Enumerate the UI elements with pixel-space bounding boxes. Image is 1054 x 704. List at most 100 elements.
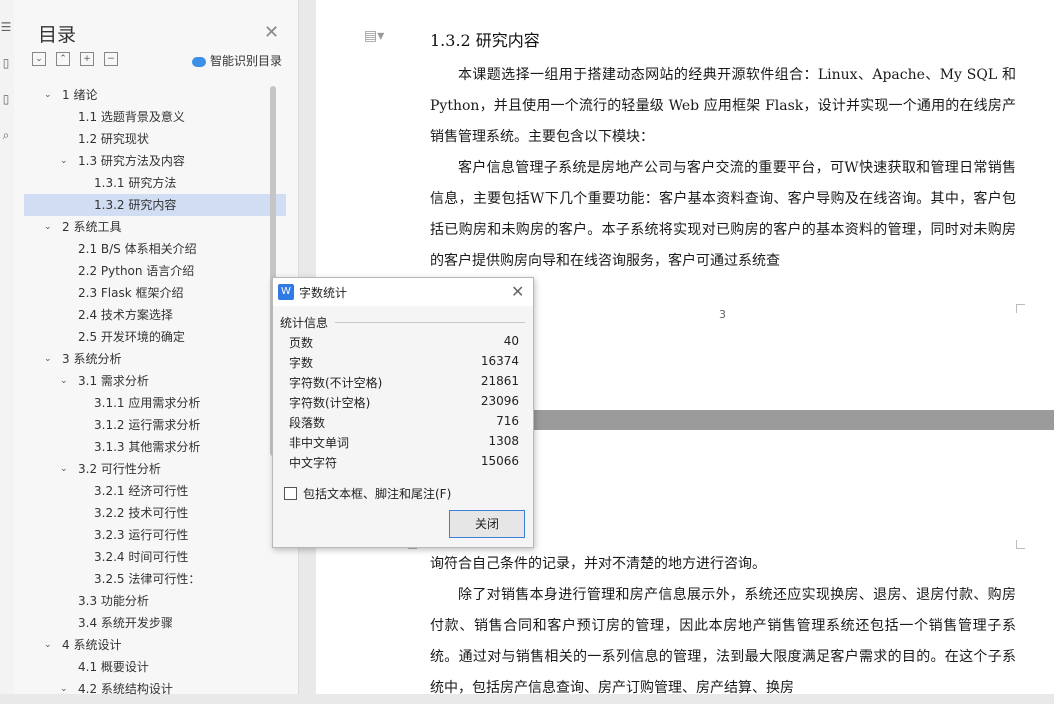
toc-title: 目录 bbox=[38, 24, 77, 46]
toc-item[interactable]: 3.1.3 其他需求分析 bbox=[24, 436, 286, 458]
toc-item[interactable]: 3.4 系统开发步骤 bbox=[24, 612, 286, 634]
toc-item[interactable]: 3.2.1 经济可行性 bbox=[24, 480, 286, 502]
add-icon[interactable]: + bbox=[80, 52, 94, 66]
toc-item[interactable]: ⌄ 3.2 可行性分析 bbox=[24, 458, 286, 480]
toc-item-label: 1.3.1 研究方法 bbox=[94, 176, 177, 190]
toc-item-label: 3.4 系统开发步骤 bbox=[78, 616, 173, 630]
search-icon[interactable]: ⌕ bbox=[0, 128, 12, 142]
bookmark-icon[interactable]: ▯ bbox=[0, 56, 12, 70]
paragraph-1: 本课题选择一组用于搭建动态网站的经典开源软件组合：Linux、Apache、My… bbox=[430, 67, 1016, 145]
toc-item-label: 3.2 可行性分析 bbox=[78, 462, 161, 476]
dialog-titlebar: W 字数统计 ✕ bbox=[273, 278, 533, 306]
expand-all-icon[interactable]: ⌄ bbox=[32, 52, 46, 66]
checkbox-box[interactable] bbox=[284, 487, 297, 500]
smart-toc-label: 智能识别目录 bbox=[210, 54, 283, 68]
stat-label: 段落数 bbox=[289, 416, 326, 430]
stat-row: 字符数(不计空格) 21861 bbox=[289, 374, 519, 394]
toc-item[interactable]: 3.1.2 运行需求分析 bbox=[24, 414, 286, 436]
smart-toc-button[interactable]: 智能识别目录 bbox=[192, 52, 282, 69]
toc-item[interactable]: 2.1 B/S 体系相关介绍 bbox=[24, 238, 286, 260]
chevron-down-icon[interactable]: ⌄ bbox=[60, 150, 68, 172]
toc-item[interactable]: 1.3.1 研究方法 bbox=[24, 172, 286, 194]
toc-item-label: 3.1.3 其他需求分析 bbox=[94, 440, 201, 454]
toc-item-label: 3.2.4 时间可行性 bbox=[94, 550, 189, 564]
close-icon[interactable]: ✕ bbox=[264, 22, 279, 43]
stat-row: 非中文单词 1308 bbox=[289, 434, 519, 454]
toc-item[interactable]: ⌄ 1 绪论 bbox=[24, 84, 286, 106]
stat-value: 16374 bbox=[480, 354, 519, 368]
chevron-down-icon[interactable]: ⌄ bbox=[44, 348, 52, 370]
section-heading: 1.3.2 研究内容 bbox=[430, 31, 540, 50]
section-divider bbox=[335, 322, 525, 323]
toc-item[interactable]: ⌄ 3 系统分析 bbox=[24, 348, 286, 370]
toc-item-label: 1.2 研究现状 bbox=[78, 132, 149, 146]
toc-item[interactable]: 2.5 开发环境的确定 bbox=[24, 326, 286, 348]
toc-item[interactable]: 2.4 技术方案选择 bbox=[24, 304, 286, 326]
toc-item-label: 3.3 功能分析 bbox=[78, 594, 149, 608]
toc-item-label: 3.2.2 技术可行性 bbox=[94, 506, 189, 520]
wps-logo-icon: W bbox=[278, 284, 294, 300]
chevron-down-icon[interactable]: ⌄ bbox=[60, 370, 68, 392]
toc-item[interactable]: 3.2.3 运行可行性 bbox=[24, 524, 286, 546]
page-number: 3 bbox=[719, 308, 726, 321]
checkbox-label: 包括文本框、脚注和尾注(F) bbox=[303, 487, 452, 501]
stat-row: 中文字符 15066 bbox=[289, 454, 519, 474]
toc-item[interactable]: 2.2 Python 语言介绍 bbox=[24, 260, 286, 282]
toc-item-label: 1.1 选题背景及意义 bbox=[78, 110, 185, 124]
toc-item-label: 1.3 研究方法及内容 bbox=[78, 154, 185, 168]
chevron-down-icon[interactable]: ⌄ bbox=[44, 216, 52, 238]
toc-item-label: 3 系统分析 bbox=[62, 352, 122, 366]
close-button[interactable]: 关闭 bbox=[449, 510, 525, 538]
stat-label: 字数 bbox=[289, 356, 314, 370]
toc-item-label: 4 系统设计 bbox=[62, 638, 122, 652]
page-corner-mark bbox=[1016, 304, 1025, 313]
stat-value: 23096 bbox=[480, 394, 519, 408]
include-textbox-checkbox[interactable]: 包括文本框、脚注和尾注(F) bbox=[284, 485, 451, 502]
toc-icon[interactable]: ☰ bbox=[0, 20, 12, 34]
toc-item-label: 2.3 Flask 框架介绍 bbox=[78, 286, 184, 300]
toc-item-label: 2 系统工具 bbox=[62, 220, 122, 234]
chevron-down-icon[interactable]: ⌄ bbox=[44, 634, 52, 656]
page-icon[interactable]: ▯ bbox=[0, 92, 12, 106]
remove-icon[interactable]: − bbox=[104, 52, 118, 66]
stat-value: 21861 bbox=[480, 374, 519, 388]
toc-item[interactable]: 3.2.2 技术可行性 bbox=[24, 502, 286, 524]
toc-item[interactable]: ⌄ 1.3 研究方法及内容 bbox=[24, 150, 286, 172]
toc-item[interactable]: 3.3 功能分析 bbox=[24, 590, 286, 612]
toc-tree: ⌄ 1 绪论 1.1 选题背景及意义 1.2 研究现状 ⌄ 1.3 研究方法及内容 1.3.… bbox=[24, 84, 286, 700]
toc-item-label: 2.5 开发环境的确定 bbox=[78, 330, 185, 344]
toc-item-label: 3.2.3 运行可行性 bbox=[94, 528, 189, 542]
paragraph-3: 询符合自己条件的记录，并对不清楚的地方进行咨询。 bbox=[430, 556, 766, 572]
toc-item[interactable]: 1.1 选题背景及意义 bbox=[24, 106, 286, 128]
toc-item[interactable]: ⌄ 3.1 需求分析 bbox=[24, 370, 286, 392]
chevron-down-icon[interactable]: ⌄ bbox=[60, 458, 68, 480]
stat-label: 字符数(不计空格) bbox=[289, 376, 383, 390]
chevron-down-icon[interactable]: ⌄ bbox=[60, 678, 68, 700]
toc-item-label: 3.1.2 运行需求分析 bbox=[94, 418, 201, 432]
toc-item[interactable]: ⌄ 4 系统设计 bbox=[24, 634, 286, 656]
document-icon[interactable]: ▤▾ bbox=[364, 28, 384, 44]
toc-item[interactable]: 1.3.2 研究内容 bbox=[24, 194, 286, 216]
toc-item[interactable]: 1.2 研究现状 bbox=[24, 128, 286, 150]
stat-value: 716 bbox=[496, 414, 519, 428]
toc-item[interactable]: 3.2.4 时间可行性 bbox=[24, 546, 286, 568]
toc-item-label: 4.1 概要设计 bbox=[78, 660, 149, 674]
collapse-all-icon[interactable]: ⌃ bbox=[56, 52, 70, 66]
toc-item-label: 3.1 需求分析 bbox=[78, 374, 149, 388]
smart-icon bbox=[192, 56, 206, 67]
toc-item-label: 3.1.1 应用需求分析 bbox=[94, 396, 201, 410]
stat-row: 页数 40 bbox=[289, 334, 519, 354]
toc-item-label: 2.1 B/S 体系相关介绍 bbox=[78, 242, 197, 256]
stat-row: 字数 16374 bbox=[289, 354, 519, 374]
close-icon[interactable]: ✕ bbox=[511, 282, 524, 301]
toc-item[interactable]: ⌄ 2 系统工具 bbox=[24, 216, 286, 238]
chevron-down-icon[interactable]: ⌄ bbox=[44, 84, 52, 106]
toc-item[interactable]: ⌄ 4.2 系统结构设计 bbox=[24, 678, 286, 700]
section-label: 统计信息 bbox=[280, 316, 329, 330]
toc-item[interactable]: 4.1 概要设计 bbox=[24, 656, 286, 678]
toc-item-label: 4.2 系统结构设计 bbox=[78, 682, 173, 696]
toc-item[interactable]: 2.3 Flask 框架介绍 bbox=[24, 282, 286, 304]
toc-item-label: 2.2 Python 语言介绍 bbox=[78, 264, 195, 278]
toc-item[interactable]: 3.1.1 应用需求分析 bbox=[24, 392, 286, 414]
toc-item[interactable]: 3.2.5 法律可行性： bbox=[24, 568, 286, 590]
